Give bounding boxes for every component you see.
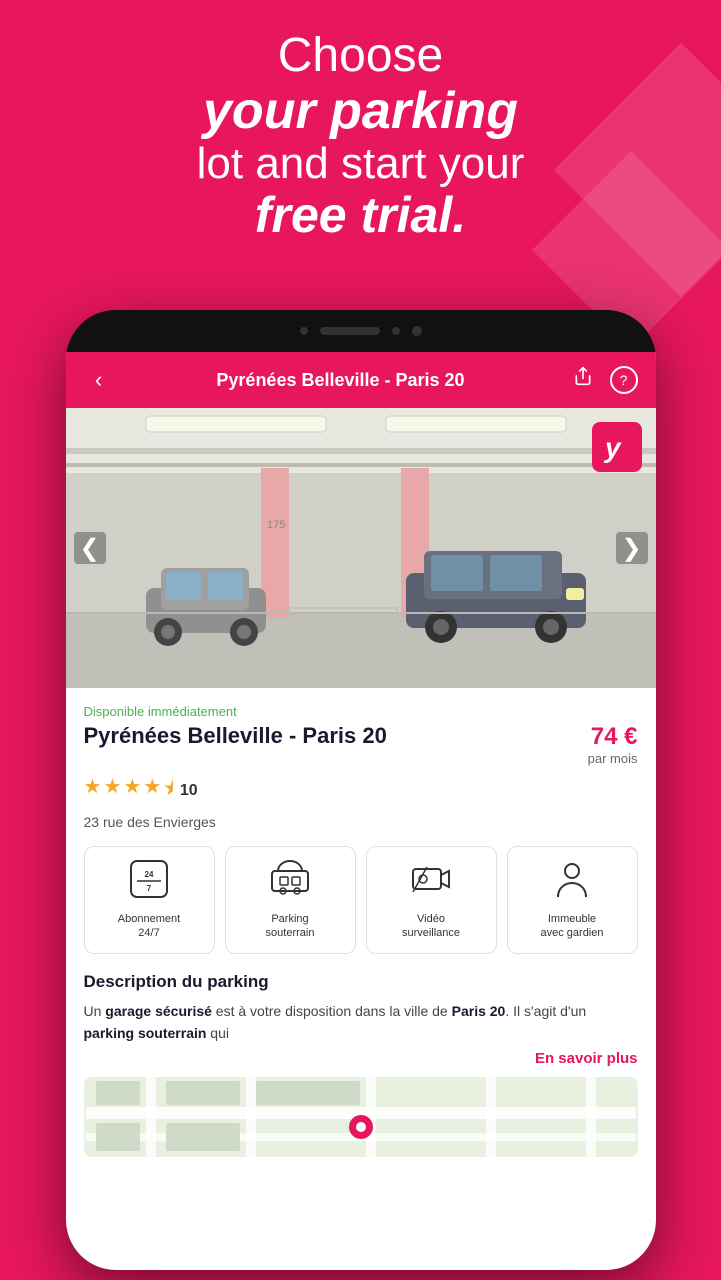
feature-video-label: Vidéosurveillance: [402, 912, 460, 941]
phone-speaker: [320, 327, 380, 335]
feature-247-icon: 24 7: [129, 859, 169, 904]
svg-text:7: 7: [147, 884, 152, 893]
content-area: Disponible immédiatement Pyrénées Bellev…: [66, 688, 656, 1270]
star-2: ★: [103, 774, 121, 808]
price-block: 74 € par mois: [588, 723, 638, 766]
star-half: ⯨: [163, 774, 174, 808]
phone-screen: ‹ Pyrénées Belleville - Paris 20 ?: [66, 352, 656, 1270]
parking-image: 175: [66, 408, 656, 688]
price-amount: 74 €: [591, 723, 638, 750]
feature-247-label: Abonnement24/7: [118, 912, 180, 941]
description-text: Un garage sécurisé est à votre dispositi…: [84, 1000, 638, 1045]
app-header-title: Pyrénées Belleville - Paris 20: [114, 370, 568, 391]
phone-camera: [412, 326, 422, 336]
star-3: ★: [123, 774, 141, 808]
svg-text:y: y: [603, 432, 622, 463]
header-text: Choose your parking lot and start your f…: [0, 30, 721, 243]
feature-24-7: 24 7 Abonnement24/7: [84, 846, 215, 954]
rating-count: 10: [180, 782, 198, 800]
header-choose: Choose: [0, 30, 721, 83]
parking-address: 23 rue des Envierges: [84, 814, 638, 830]
features-row: 24 7 Abonnement24/7: [84, 846, 638, 954]
header-lot-and: lot and start your: [0, 140, 721, 188]
feature-video-icon: [411, 859, 451, 904]
share-button[interactable]: [568, 366, 598, 394]
phone-frame: ‹ Pyrénées Belleville - Paris 20 ?: [66, 310, 656, 1270]
app-logo-badge: y: [592, 422, 642, 472]
feature-parking-icon: [270, 859, 310, 904]
read-more-link[interactable]: En savoir plus: [84, 1050, 638, 1067]
app-header-icons: ?: [568, 366, 638, 394]
description-title: Description du parking: [84, 972, 638, 992]
svg-text:24: 24: [145, 870, 154, 879]
star-1: ★: [84, 774, 102, 808]
price-period: par mois: [588, 751, 638, 766]
rating-row: ★ ★ ★ ★ ⯨ 10: [84, 774, 638, 808]
available-text: Disponible immédiatement: [84, 704, 638, 719]
svg-text:175: 175: [267, 519, 285, 531]
map-preview[interactable]: [84, 1077, 638, 1157]
image-prev-button[interactable]: ❮: [74, 532, 106, 564]
back-button[interactable]: ‹: [84, 367, 114, 393]
feature-gardien-icon: [552, 859, 592, 904]
header-your-parking: your parking: [0, 83, 721, 140]
parking-title-row: Pyrénées Belleville - Paris 20 74 € par …: [84, 723, 638, 766]
stars: ★ ★ ★ ★ ⯨: [84, 774, 174, 808]
feature-souterrain: Parkingsouterrain: [225, 846, 356, 954]
help-button[interactable]: ?: [610, 366, 638, 394]
feature-parking-label: Parkingsouterrain: [266, 912, 315, 941]
phone-dot-1: [300, 327, 308, 335]
parking-name: Pyrénées Belleville - Paris 20: [84, 723, 387, 749]
app-header: ‹ Pyrénées Belleville - Paris 20 ?: [66, 352, 656, 408]
parking-image-svg: 175: [66, 408, 656, 688]
phone-top-bar: [66, 310, 656, 352]
feature-gardien-label: Immeubleavec gardien: [541, 912, 604, 941]
header-free-trial: free trial.: [0, 188, 721, 243]
image-next-button[interactable]: ❯: [616, 532, 648, 564]
star-4: ★: [143, 774, 161, 808]
phone-dot-2: [392, 327, 400, 335]
feature-video: Vidéosurveillance: [366, 846, 497, 954]
feature-gardien: Immeubleavec gardien: [507, 846, 638, 954]
